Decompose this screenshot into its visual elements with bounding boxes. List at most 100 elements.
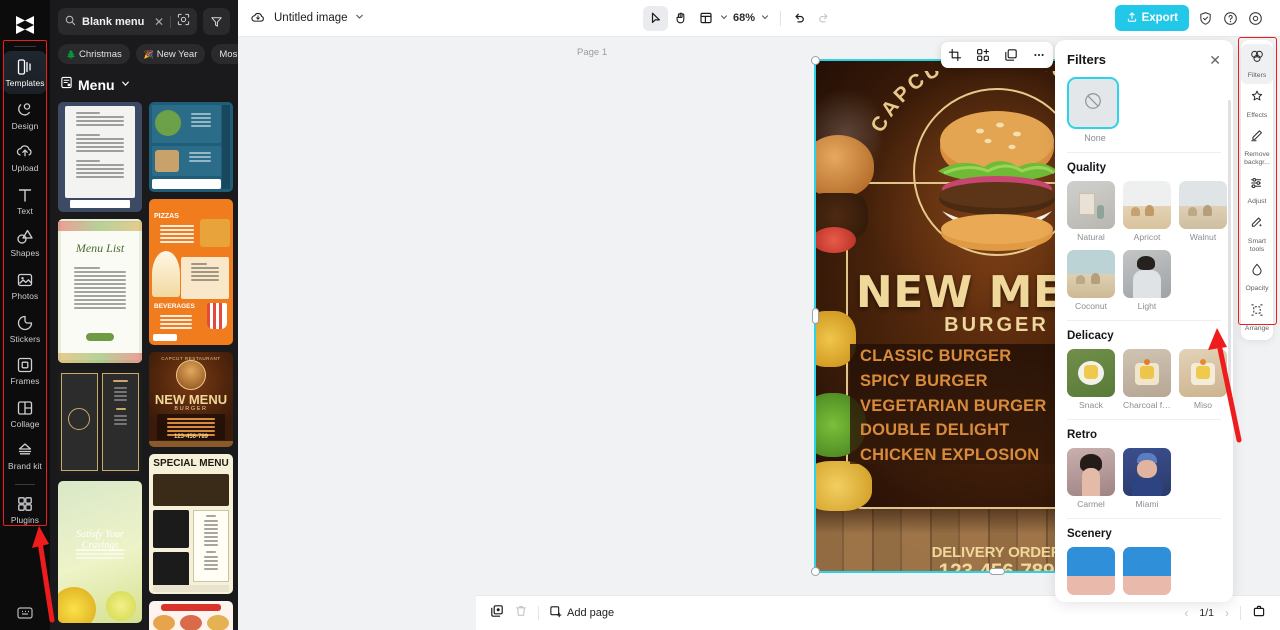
sidebar-item-photos[interactable]: Photos: [3, 264, 47, 307]
christmas-tree-icon: 🌲: [66, 49, 76, 59]
template-thumbnail[interactable]: SPECIAL MENU: [149, 454, 233, 594]
grid-view-icon[interactable]: [1252, 604, 1266, 623]
filter-none-tile[interactable]: [1067, 77, 1119, 129]
template-thumbnail[interactable]: Satisfy Your Cravings: [58, 481, 142, 623]
duplicate-page-icon[interactable]: [490, 604, 504, 623]
template-thumbnail[interactable]: [149, 102, 233, 192]
resize-handle-left[interactable]: [812, 308, 819, 324]
chevron-down-icon[interactable]: [719, 9, 729, 27]
select-tool[interactable]: [643, 5, 669, 31]
sidebar-item-plugins[interactable]: Plugins: [3, 488, 47, 531]
sidebar-item-frames[interactable]: Frames: [3, 349, 47, 392]
tool-adjust[interactable]: Adjust: [1241, 170, 1273, 210]
tool-remove-backgr[interactable]: Remove backgr...: [1241, 123, 1273, 170]
template-thumbnail[interactable]: [149, 601, 233, 630]
filter-chip-christmas[interactable]: 🌲 Christmas: [58, 44, 130, 64]
hand-tool[interactable]: [668, 6, 693, 31]
shield-icon[interactable]: [1193, 6, 1218, 31]
chevron-down-icon[interactable]: [760, 9, 770, 27]
ai-tools-button[interactable]: [973, 45, 993, 65]
help-icon[interactable]: [1218, 6, 1243, 31]
filter-item-natural[interactable]: Natural: [1067, 181, 1115, 242]
document-title[interactable]: Untitled image: [274, 12, 348, 24]
filter-item-carmel[interactable]: Carmel: [1067, 448, 1115, 509]
resize-handle-bl[interactable]: [811, 567, 820, 576]
filter-chip-new-year[interactable]: 🎉 New Year: [135, 44, 206, 64]
filter-item-charcoal-fir[interactable]: Charcoal fir...: [1123, 349, 1171, 410]
chevron-left-icon[interactable]: ‹: [1184, 606, 1188, 620]
sidebar-item-templates[interactable]: Templates: [3, 51, 47, 94]
chevron-down-icon[interactable]: [354, 9, 365, 27]
redo-button[interactable]: [811, 6, 836, 31]
sidebar-item-upload[interactable]: Upload: [3, 136, 47, 179]
duplicate-button[interactable]: [1001, 45, 1021, 65]
close-icon[interactable]: ✕: [154, 15, 164, 29]
add-page-button[interactable]: Add page: [549, 605, 614, 621]
sidebar-item-shapes[interactable]: Shapes: [3, 221, 47, 264]
filter-item-walnut[interactable]: Walnut: [1179, 181, 1227, 242]
template-thumbnail[interactable]: Menu List: [58, 219, 142, 363]
keyboard-shortcuts-icon[interactable]: [0, 606, 50, 620]
filter-chip-mos[interactable]: Mos: [211, 44, 238, 64]
cloud-save-icon[interactable]: [250, 10, 266, 26]
filter-item-miami[interactable]: Miami: [1123, 448, 1171, 509]
tool-effects[interactable]: Effects: [1241, 84, 1273, 124]
gear-icon[interactable]: [1243, 6, 1268, 31]
right-tool-rail: Filters Effects Remove backgr... Adjust Smar…: [1241, 40, 1273, 341]
chevron-down-icon[interactable]: [120, 76, 131, 94]
filter-item[interactable]: [1067, 547, 1115, 598]
tool-arrange[interactable]: Arrange: [1241, 297, 1273, 337]
filter-icon[interactable]: [203, 8, 230, 35]
close-icon[interactable]: ✕: [1209, 53, 1221, 67]
search-value: Blank menu: [82, 15, 145, 28]
template-column-left: Menu List Satisfy Your Cravings: [58, 102, 142, 630]
filter-item-snack[interactable]: Snack: [1067, 349, 1115, 410]
page-label: Page 1: [577, 47, 608, 58]
filter-item-coconut[interactable]: Coconut: [1067, 250, 1115, 311]
template-thumbnail[interactable]: PIZZAS BEVERAGES: [149, 199, 233, 345]
template-thumbnail[interactable]: CAPCUT RESTAURANT NEW MENU BURGER 123-45…: [149, 352, 233, 447]
filter-label: Light: [1137, 301, 1157, 311]
filter-section-title: Retro: [1067, 429, 1098, 441]
smart-tools-icon: [1249, 215, 1265, 236]
sidebar-item-brand-kit[interactable]: Brand kit: [3, 434, 47, 477]
tool-label: Remove backgr...: [1244, 151, 1270, 166]
trash-icon[interactable]: [514, 604, 528, 623]
undo-button[interactable]: [786, 6, 811, 31]
filter-label: Natural: [1077, 232, 1105, 242]
search-input[interactable]: Blank menu ✕: [58, 8, 197, 35]
category-header[interactable]: Menu: [50, 64, 238, 102]
resize-handle-bottom[interactable]: [989, 568, 1005, 575]
filter-item-miso[interactable]: Miso: [1179, 349, 1227, 410]
export-button[interactable]: Export: [1114, 5, 1189, 31]
filter-section-grid: [1055, 540, 1233, 598]
tool-label: Adjust: [1247, 198, 1267, 206]
filter-section-grid: Carmel Miami: [1055, 441, 1233, 509]
filter-item-light[interactable]: Light: [1123, 250, 1171, 311]
sidebar-item-collage[interactable]: Collage: [3, 392, 47, 435]
sidebar-item-label: Templates: [5, 78, 45, 88]
sidebar-item-stickers[interactable]: Stickers: [3, 307, 47, 350]
resize-handle-tl[interactable]: [811, 56, 820, 65]
more-options-button[interactable]: [1029, 45, 1049, 65]
template-thumbnail[interactable]: [58, 370, 142, 474]
crop-button[interactable]: [945, 45, 965, 65]
chevron-right-icon[interactable]: ›: [1225, 606, 1229, 620]
tool-opacity[interactable]: Opacity: [1241, 257, 1273, 297]
left-sidebar: Templates Design Upload Text Shapes Photos Sti…: [0, 0, 50, 630]
template-thumbnail[interactable]: [58, 102, 142, 212]
visual-search-icon[interactable]: [177, 13, 190, 31]
sidebar-item-text[interactable]: Text: [3, 179, 47, 222]
filter-item-apricot[interactable]: Apricot: [1123, 181, 1171, 242]
sidebar-item-design[interactable]: Design: [3, 94, 47, 137]
tool-smart-tools[interactable]: Smart tools: [1241, 210, 1273, 257]
tool-filters[interactable]: Filters: [1241, 44, 1273, 84]
filter-item[interactable]: [1123, 547, 1171, 598]
capcut-logo-icon[interactable]: [8, 10, 42, 40]
plugins-icon: [16, 495, 34, 513]
layout-tool[interactable]: [693, 6, 718, 31]
photos-icon: [16, 271, 34, 289]
zoom-level[interactable]: 68%: [733, 12, 755, 24]
divider: [780, 10, 782, 26]
filters-scrollbar[interactable]: [1228, 100, 1231, 400]
